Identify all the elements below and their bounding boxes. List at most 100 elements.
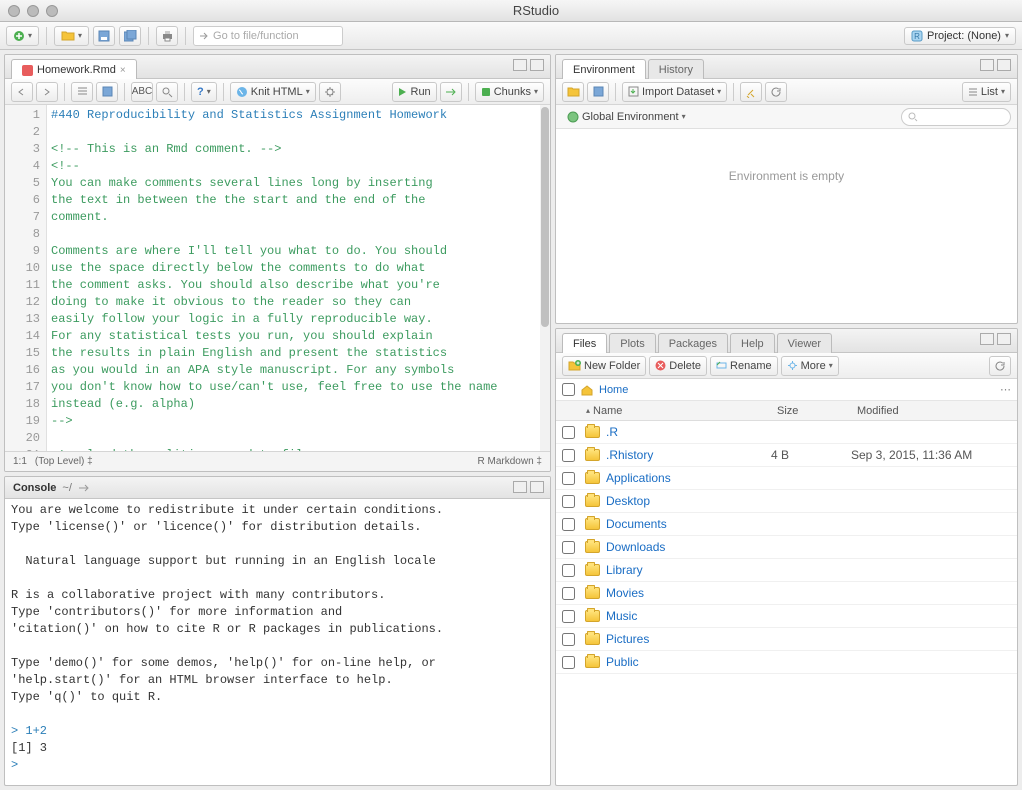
delete-button[interactable]: Delete [649,356,707,376]
clear-env-button[interactable] [740,82,762,102]
file-name-link[interactable]: Public [585,655,771,669]
minimize-files-button[interactable] [980,333,994,345]
save-doc-button[interactable] [96,82,118,102]
file-checkbox[interactable] [562,472,575,485]
editor-code[interactable]: #440 Reproducibility and Statistics Assi… [47,105,550,451]
file-checkbox[interactable] [562,449,575,462]
maximize-env-button[interactable] [997,59,1011,71]
file-checkbox[interactable] [562,587,575,600]
folder-icon [585,633,600,645]
file-name-link[interactable]: Movies [585,586,771,600]
import-dataset-button[interactable]: Import Dataset▾ [622,82,727,102]
file-checkbox[interactable] [562,426,575,439]
file-checkbox[interactable] [562,518,575,531]
find-button[interactable] [156,82,178,102]
open-file-button[interactable]: ▾ [54,26,89,46]
file-checkbox[interactable] [562,633,575,646]
main-toolbar: ▾ ▾ Go to file/function R Project: (None… [0,22,1022,50]
minimize-console-button[interactable] [513,481,527,493]
console-body[interactable]: You are welcome to redistribute it under… [5,499,550,785]
refresh-env-button[interactable] [765,82,787,102]
maximize-console-button[interactable] [530,481,544,493]
globe-icon [567,111,579,123]
col-size[interactable]: Size [777,405,857,417]
knit-button[interactable]: Knit HTML ▾ [230,82,316,102]
new-folder-button[interactable]: New Folder [562,356,646,376]
run-button[interactable]: Run [392,82,437,102]
file-name-link[interactable]: Applications [585,471,771,485]
editor-body[interactable]: 123456789101112131415161718192021 #440 R… [5,105,550,451]
console-input-echo: 1+2 [25,724,47,738]
file-checkbox[interactable] [562,656,575,669]
scrollbar-thumb[interactable] [541,107,549,327]
tab-history[interactable]: History [648,59,704,79]
tab-packages[interactable]: Packages [658,333,728,353]
new-file-icon [13,30,25,42]
file-name-link[interactable]: .R [585,425,771,439]
delete-label: Delete [669,360,701,372]
project-menu-button[interactable]: R Project: (None) ▾ [904,27,1016,45]
show-outline-button[interactable] [71,82,93,102]
env-view-mode-button[interactable]: List▾ [962,82,1011,102]
print-button[interactable] [156,26,178,46]
file-name-link[interactable]: Desktop [585,494,771,508]
save-workspace-button[interactable] [587,82,609,102]
breadcrumb-home[interactable]: Home [599,384,628,396]
file-name-link[interactable]: Music [585,609,771,623]
knit-options-button[interactable] [319,82,341,102]
clear-console-icon[interactable] [78,483,90,493]
file-checkbox[interactable] [562,495,575,508]
file-row: .R [556,421,1017,444]
scope-picker[interactable]: (Top Level) ‡ [35,456,93,467]
more-button[interactable]: More▾ [781,356,839,376]
close-tab-icon[interactable]: × [120,65,126,76]
rmd-file-icon [22,65,33,76]
tab-files[interactable]: Files [562,333,607,353]
rename-button[interactable]: Rename [710,356,778,376]
file-checkbox[interactable] [562,541,575,554]
file-checkbox[interactable] [562,610,575,623]
editor-tab-homework[interactable]: Homework.Rmd × [11,59,137,79]
tab-plots[interactable]: Plots [609,333,655,353]
tab-viewer[interactable]: Viewer [777,333,832,353]
minimize-dot[interactable] [27,5,39,17]
chunks-button[interactable]: Chunks ▾ [475,82,544,102]
maximize-pane-button[interactable] [530,59,544,71]
save-all-button[interactable] [119,26,141,46]
goto-file-field[interactable]: Go to file/function [193,26,343,46]
minimize-pane-button[interactable] [513,59,527,71]
zoom-dot[interactable] [46,5,58,17]
home-icon[interactable] [580,384,594,396]
close-dot[interactable] [8,5,20,17]
window-titlebar: RStudio [0,0,1022,22]
select-all-checkbox[interactable] [562,383,575,396]
env-scope-picker[interactable]: Global Environment▾ [562,107,691,127]
filetype-picker[interactable]: R Markdown ‡ [478,456,542,467]
editor-scrollbar[interactable] [540,105,550,451]
file-name-link[interactable]: .Rhistory [585,448,771,462]
file-checkbox[interactable] [562,564,575,577]
load-workspace-button[interactable] [562,82,584,102]
console-output: You are welcome to redistribute it under… [11,503,443,704]
maximize-files-button[interactable] [997,333,1011,345]
source-nav-back-button[interactable] [11,82,33,102]
source-nav-fwd-button[interactable] [36,82,58,102]
file-name-link[interactable]: Library [585,563,771,577]
tab-environment[interactable]: Environment [562,59,646,79]
traffic-lights [8,5,58,17]
help-menu-button[interactable]: ?▾ [191,82,217,102]
env-search-field[interactable] [901,108,1011,126]
save-button[interactable] [93,26,115,46]
file-name-link[interactable]: Pictures [585,632,771,646]
rerun-button[interactable] [440,82,462,102]
breadcrumb-more[interactable]: ⋯ [1000,383,1011,396]
file-name-link[interactable]: Documents [585,517,771,531]
refresh-files-button[interactable] [989,356,1011,376]
new-file-button[interactable]: ▾ [6,26,39,46]
spellcheck-button[interactable]: ABC [131,82,153,102]
file-name-link[interactable]: Downloads [585,540,771,554]
tab-help[interactable]: Help [730,333,775,353]
col-name[interactable]: ▴Name [556,405,777,417]
minimize-env-button[interactable] [980,59,994,71]
col-modified[interactable]: Modified [857,405,1017,417]
